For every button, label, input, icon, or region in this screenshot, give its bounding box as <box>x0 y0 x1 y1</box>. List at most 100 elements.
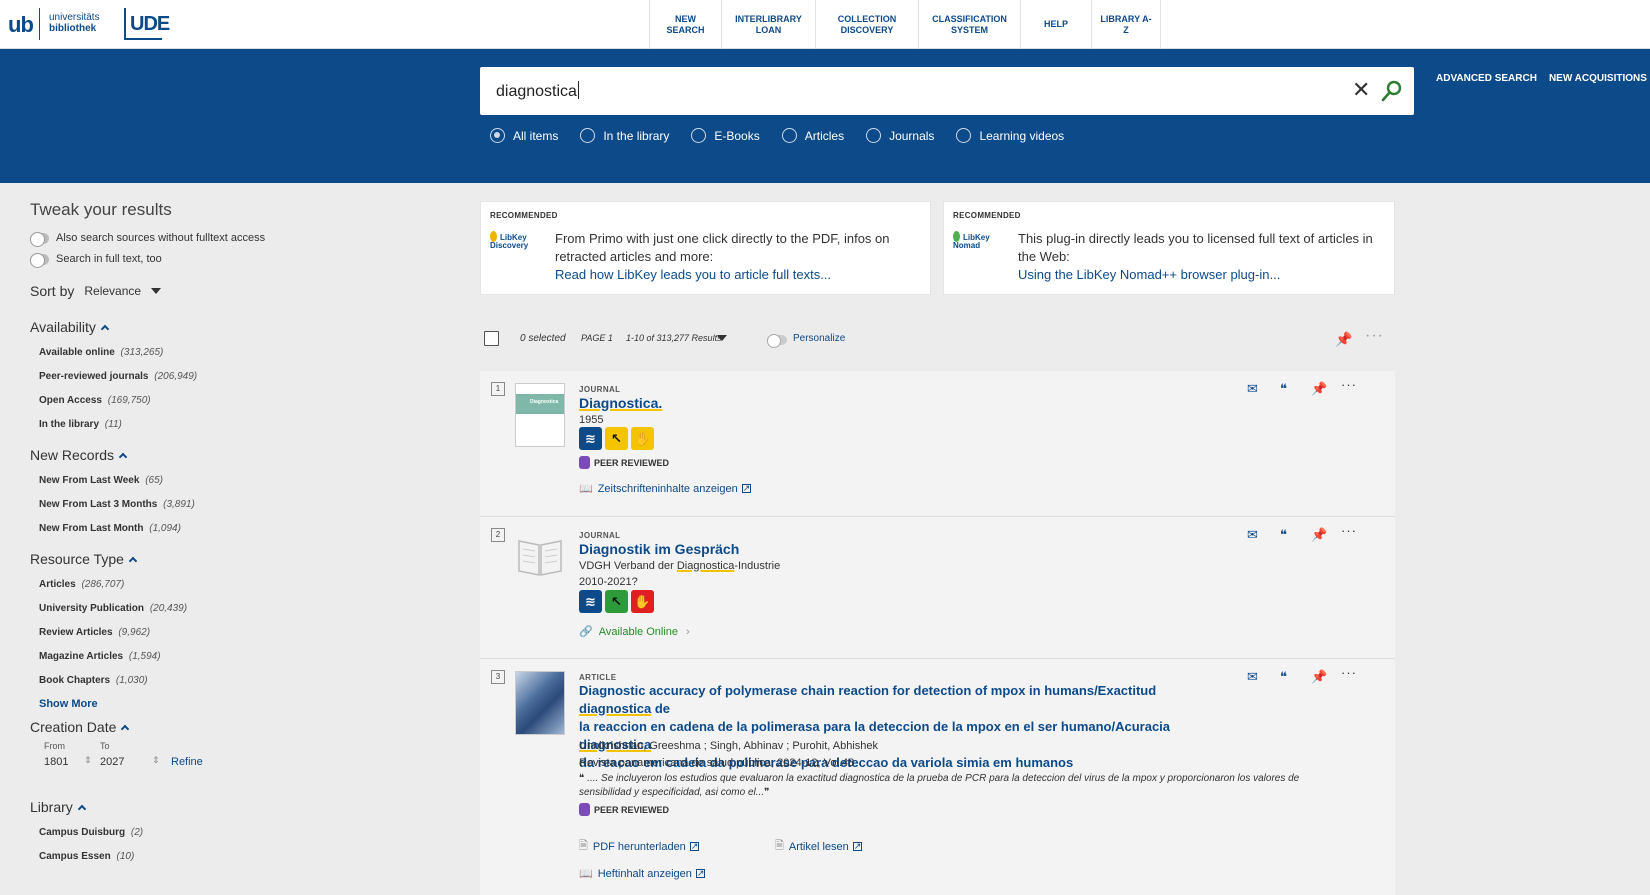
facet-item[interactable]: Review Articles (9,962) <box>39 621 450 645</box>
toggle-switch[interactable] <box>30 252 49 268</box>
search-icon[interactable] <box>1380 79 1404 103</box>
pin-icon[interactable]: 📌 <box>1311 527 1327 543</box>
personalize-toggle[interactable] <box>767 334 787 348</box>
facet-item[interactable]: New From Last Week (65) <box>39 469 450 493</box>
facet-new-records-title[interactable]: New Records <box>30 447 450 463</box>
facet-item[interactable]: Available online (313,265) <box>39 341 450 365</box>
more-options-icon[interactable]: ··· <box>1341 377 1357 392</box>
email-icon[interactable]: ✉ <box>1247 669 1258 685</box>
radio-icon[interactable] <box>956 128 972 143</box>
libkey-nomad-link[interactable]: Using the LibKey Nomad++ browser plug-in… <box>1018 266 1388 284</box>
radio-icon[interactable] <box>580 128 596 143</box>
facet-item[interactable]: University Publication (20,439) <box>39 597 450 621</box>
to-stepper-icon[interactable]: ⇕ <box>152 755 160 766</box>
citation-icon[interactable]: ❝ <box>1280 381 1287 397</box>
scope-ebooks[interactable]: E-Books <box>691 128 760 143</box>
show-more-link[interactable]: Show More <box>39 693 450 715</box>
facet-item[interactable]: Open Access (169,750) <box>39 389 450 413</box>
chevron-down-icon[interactable] <box>717 335 727 341</box>
scope-learning-videos[interactable]: Learning videos <box>956 128 1064 143</box>
facet-new-records-list: New From Last Week (65) New From Last 3 … <box>39 469 450 541</box>
scope-in-library[interactable]: In the library <box>580 128 669 143</box>
pin-icon[interactable]: 📌 <box>1335 331 1352 348</box>
facet-item[interactable]: In the library (11) <box>39 413 450 437</box>
available-online-link[interactable]: 🔗 Available Online › <box>579 625 690 639</box>
hand-icon[interactable]: ✋ <box>631 590 654 613</box>
radio-icon[interactable] <box>781 128 797 143</box>
pin-icon[interactable]: 📌 <box>1311 381 1327 397</box>
ude-logo[interactable]: UDE <box>124 8 170 40</box>
ezb-icon[interactable]: ≋ <box>579 590 602 613</box>
facet-item[interactable]: Peer-reviewed journals (206,949) <box>39 365 450 389</box>
chevron-up-icon[interactable] <box>100 324 110 334</box>
nav-help[interactable]: HELP <box>1020 0 1091 49</box>
libkey-discovery-link[interactable]: Read how LibKey leads you to article ful… <box>555 266 925 284</box>
issue-contents-link[interactable]: 📖 Heftinhalt anzeigen ↗ <box>579 867 705 880</box>
scope-journals[interactable]: Journals <box>866 128 934 143</box>
sort-select[interactable]: Relevance <box>84 284 141 298</box>
nav-interlibrary-loan[interactable]: INTERLIBRARY LOAN <box>721 0 815 49</box>
scope-all-items[interactable]: All items <box>490 128 558 143</box>
ezb-icon[interactable]: ≋ <box>579 427 602 450</box>
nav-classification-system[interactable]: CLASSIFICATION SYSTEM <box>918 0 1020 49</box>
facet-item[interactable]: Magazine Articles (1,594) <box>39 645 450 669</box>
select-all-checkbox[interactable] <box>484 331 499 346</box>
search-box[interactable]: diagnostica ✕ <box>480 67 1414 115</box>
facet-item[interactable]: Campus Duisburg (2) <box>39 821 450 845</box>
facet-availability-title[interactable]: Availability <box>30 319 450 335</box>
from-stepper-icon[interactable]: ⇕ <box>84 755 92 766</box>
generic-journal-icon[interactable] <box>515 529 565 593</box>
toggle-without-fulltext[interactable]: Also search sources without fulltext acc… <box>30 231 450 247</box>
radio-icon[interactable] <box>691 128 707 143</box>
journal-contents-link[interactable]: 📖 Zeitschrifteninhalte anzeigen ↗ <box>579 482 751 495</box>
facet-item[interactable]: New From Last Month (1,094) <box>39 517 450 541</box>
facet-creation-date-title[interactable]: Creation Date <box>30 719 450 735</box>
facet-item[interactable]: New From Last 3 Months (3,891) <box>39 493 450 517</box>
radio-icon[interactable] <box>866 128 882 143</box>
ub-logo-text[interactable]: universitäts bibliothek <box>49 12 100 34</box>
citation-icon[interactable]: ❝ <box>1280 669 1287 685</box>
chevron-down-icon[interactable] <box>151 288 162 294</box>
arrow-icon[interactable]: ↖ <box>605 590 628 613</box>
refine-button[interactable]: Refine <box>171 756 203 768</box>
more-options-icon[interactable]: ··· <box>1341 665 1357 680</box>
nav-library-a-z[interactable]: LIBRARY A-Z <box>1091 0 1161 49</box>
advanced-search-link[interactable]: ADVANCED SEARCH <box>1436 73 1537 84</box>
email-icon[interactable]: ✉ <box>1247 527 1258 543</box>
facet-item[interactable]: Campus Essen (10) <box>39 845 450 869</box>
facet-resource-type-title[interactable]: Resource Type <box>30 551 450 567</box>
more-options-icon[interactable]: ··· <box>1341 523 1357 538</box>
personalize-label[interactable]: Personalize <box>793 333 845 344</box>
citation-icon[interactable]: ❝ <box>1280 527 1287 543</box>
arrow-icon[interactable]: ↖ <box>605 427 628 450</box>
facet-item[interactable]: Book Chapters (1,030) <box>39 669 450 693</box>
nav-new-search[interactable]: NEW SEARCH <box>649 0 721 49</box>
email-icon[interactable]: ✉ <box>1247 381 1258 397</box>
to-year-input[interactable]: 2027 <box>100 756 124 768</box>
result-title[interactable]: Diagnostik im Gespräch <box>579 540 739 558</box>
nav-collection-discovery[interactable]: COLLECTION DISCOVERY <box>815 0 918 49</box>
toggle-full-text[interactable]: Search in full text, too <box>30 252 450 268</box>
result-title[interactable]: Diagnostica. <box>579 394 662 412</box>
radio-selected-icon[interactable] <box>490 128 505 143</box>
new-acquisitions-link[interactable]: NEW ACQUISITIONS <box>1549 73 1647 84</box>
ub-logo[interactable]: ub <box>8 12 34 38</box>
pdf-download-link[interactable]: 🗎 PDF herunterladen ↗ <box>579 837 699 856</box>
chevron-up-icon[interactable] <box>128 556 138 566</box>
chevron-up-icon[interactable] <box>77 804 87 814</box>
cover-thumbnail[interactable]: Diagnostica <box>515 383 565 447</box>
more-options-icon[interactable]: ··· <box>1365 327 1384 345</box>
hand-icon[interactable]: ✋ <box>631 427 654 450</box>
read-article-link[interactable]: 🗎 Artikel lesen ↗ <box>775 837 862 856</box>
from-year-input[interactable]: 1801 <box>44 756 68 768</box>
facet-item[interactable]: Articles (286,707) <box>39 573 450 597</box>
scope-articles[interactable]: Articles <box>781 128 844 143</box>
toggle-switch[interactable] <box>30 231 49 247</box>
pin-icon[interactable]: 📌 <box>1311 669 1327 685</box>
facet-library-title[interactable]: Library <box>30 799 450 815</box>
chevron-up-icon[interactable] <box>121 724 130 734</box>
search-input[interactable]: diagnostica <box>496 81 579 101</box>
clear-search-icon[interactable]: ✕ <box>1352 77 1370 103</box>
cover-thumbnail[interactable] <box>515 671 565 735</box>
chevron-up-icon[interactable] <box>118 452 128 462</box>
